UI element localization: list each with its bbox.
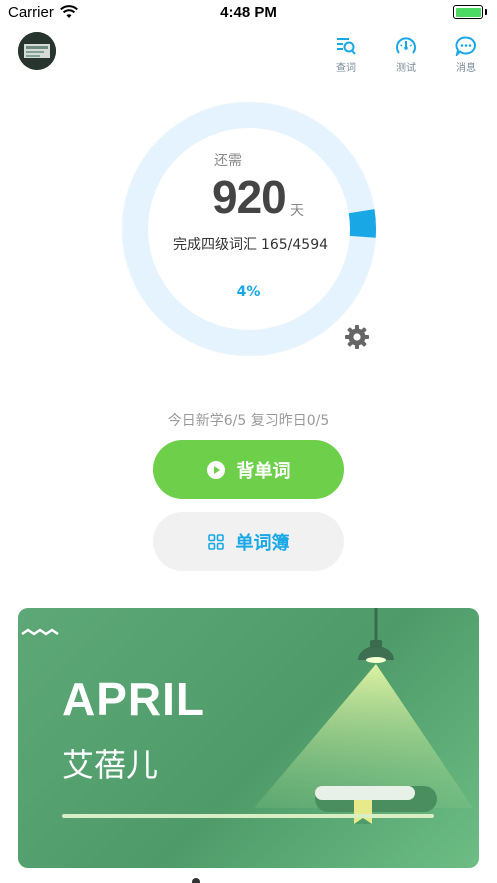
remain-label: 还需 [214,153,242,169]
progress-ring [122,102,376,356]
gauge-icon [396,37,416,54]
memorize-words-button[interactable]: 背单词 [153,440,344,499]
progress-ring-arc [348,209,376,238]
test-label: 测试 [396,63,416,74]
settings-gear-icon[interactable] [344,324,370,350]
status-bar: Carrier 4:48 PM [0,0,497,26]
banner-illustration [21,608,473,824]
wordbook-button[interactable]: 单词簿 [153,512,344,571]
test-button[interactable]: 测试 [386,36,426,74]
banner-title: APRIL [62,673,205,725]
page-dot-active [192,878,200,883]
lookup-label: 查词 [336,63,356,74]
chat-bubble-icon [455,36,476,56]
avatar[interactable] [18,32,56,70]
search-list-icon [337,38,356,55]
avatar-image [18,32,56,70]
vocab-progress: 完成四级词汇 165/4594 [0,234,497,254]
wave-decoration [21,628,59,636]
vocab-progress-count: 165/4594 [260,237,329,253]
battery-icon [453,5,483,19]
wordbook-label: 单词簿 [235,532,290,554]
promo-banner[interactable]: APRIL 艾蓓儿 [18,608,479,868]
memorize-words-label: 背单词 [236,460,291,482]
clock-label: 4:48 PM [220,4,277,21]
banner-divider [62,814,434,818]
grid-icon [207,533,224,550]
play-icon [206,460,225,479]
progress-percent: 4% [236,284,261,300]
page-indicator [192,878,200,883]
progress-ring-track [122,102,376,356]
lookup-button[interactable]: 查词 [326,36,366,74]
vocab-progress-label: 完成四级词汇 [172,237,257,253]
days-unit: 天 [290,203,304,219]
battery-tip [484,9,487,15]
messages-button[interactable]: 消息 [446,36,486,74]
banner-subtitle: 艾蓓儿 [62,746,159,784]
messages-label: 消息 [456,63,476,74]
days-remaining: 920 [212,171,287,223]
daily-stats: 今日新学6/5 复习昨日0/5 [167,413,330,429]
